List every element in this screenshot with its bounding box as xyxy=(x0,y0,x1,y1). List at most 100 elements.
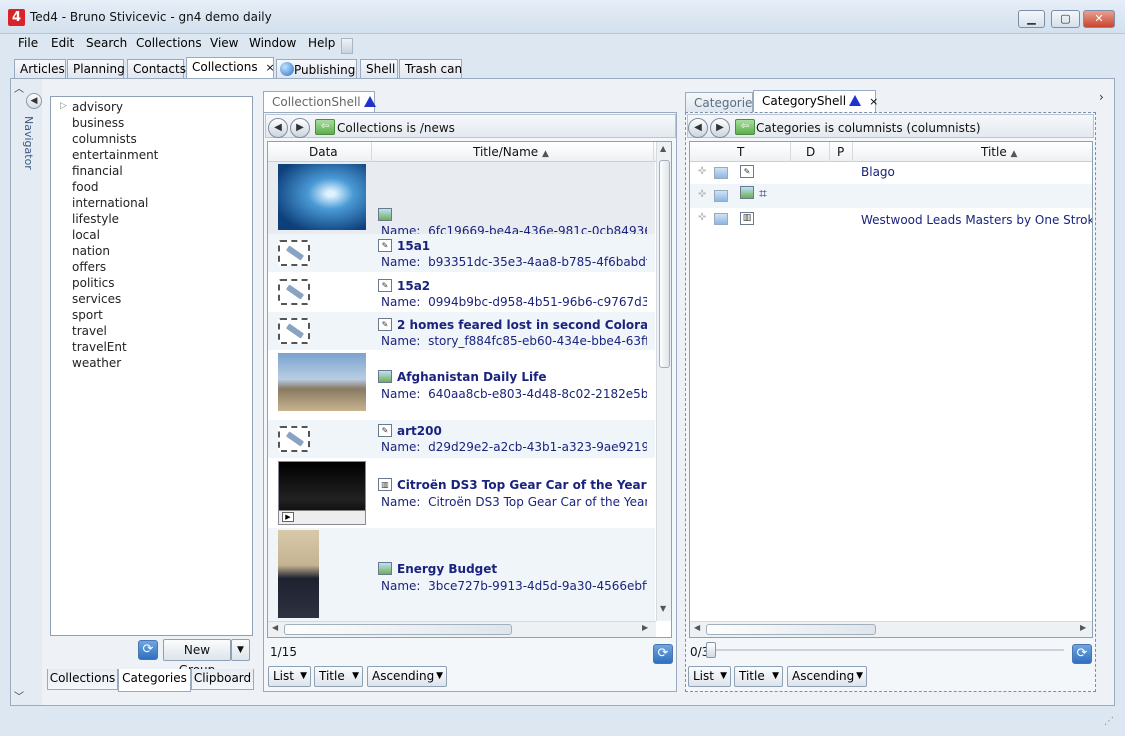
column-p[interactable]: P xyxy=(837,145,844,159)
chevron-up-icon[interactable]: ︿ xyxy=(14,80,24,95)
scroll-thumb[interactable] xyxy=(706,624,876,635)
table-row[interactable]: ✎ 2 homes feared lost in second Colorado … xyxy=(268,312,655,350)
category-item[interactable]: lifestyle xyxy=(72,212,119,226)
tab-trash-can[interactable]: Trash can xyxy=(399,59,462,79)
menu-file[interactable]: File xyxy=(18,36,38,50)
sort-field-select[interactable]: Title ▼ xyxy=(314,666,363,687)
chevron-right-icon[interactable]: › xyxy=(1099,90,1104,104)
sort-field-select[interactable]: Title ▼ xyxy=(734,666,783,687)
table-row[interactable]: Name: 6fc19669-be4a-436e-981c-0cb8493698… xyxy=(268,162,655,238)
scroll-down-icon[interactable]: ▼ xyxy=(660,604,666,613)
forward-arrow-icon[interactable]: ▶ xyxy=(290,118,310,138)
collapse-navigator-button[interactable]: ◀ xyxy=(26,93,42,109)
tab-collections[interactable]: Collections × xyxy=(186,57,275,79)
menu-collections[interactable]: Collections xyxy=(136,36,202,50)
table-row[interactable]: Afghanistan Daily Life Name: 640aa8cb-e80… xyxy=(268,350,655,420)
column-d[interactable]: D xyxy=(806,145,815,159)
column-t[interactable]: T xyxy=(737,145,744,159)
tab-planning[interactable]: Planning xyxy=(67,59,125,79)
bottom-tab-collections[interactable]: Collections xyxy=(47,669,118,690)
sort-order-select[interactable]: Ascending ▼ xyxy=(367,666,447,687)
forward-arrow-icon[interactable]: ▶ xyxy=(710,118,730,138)
resize-grip-icon[interactable]: ⋰ xyxy=(1104,716,1114,727)
sort-order-select[interactable]: Ascending ▼ xyxy=(787,666,867,687)
category-horizontal-scrollbar[interactable]: ◀ ▶ xyxy=(690,621,1092,637)
article-icon: ✎ xyxy=(378,318,392,331)
scroll-left-icon[interactable]: ◀ xyxy=(272,623,278,632)
category-item[interactable]: sport xyxy=(72,308,103,322)
tab-articles[interactable]: Articles xyxy=(14,59,66,79)
scroll-right-icon[interactable]: ▶ xyxy=(642,623,648,632)
page-slider-track[interactable] xyxy=(708,649,1064,651)
tab-collection-shell[interactable]: CollectionShell xyxy=(263,91,376,113)
tab-categories[interactable]: Categories xyxy=(685,92,759,114)
expand-arrow-icon[interactable]: ▷ xyxy=(60,101,67,111)
page-slider-thumb[interactable] xyxy=(706,642,716,658)
table-row[interactable]: Energy Budget Name: 3bce727b-9913-4d5d-9a… xyxy=(268,528,655,622)
column-title-name[interactable]: Title/Name ▲ xyxy=(473,145,549,159)
table-row[interactable]: ✜ ✎ Blago xyxy=(690,162,1092,184)
back-arrow-icon[interactable]: ◀ xyxy=(688,118,708,138)
scroll-left-icon[interactable]: ◀ xyxy=(694,623,700,632)
close-tab-icon[interactable]: × xyxy=(265,61,274,74)
up-level-icon[interactable]: ⇦ xyxy=(315,119,335,135)
category-item[interactable]: food xyxy=(72,180,99,194)
category-item[interactable]: weather xyxy=(72,356,121,370)
tab-category-shell[interactable]: CategoryShell × xyxy=(753,90,878,114)
chevron-down-icon[interactable]: ﹀ xyxy=(14,688,24,703)
category-item[interactable]: nation xyxy=(72,244,110,258)
scroll-up-icon[interactable]: ▲ xyxy=(660,144,666,153)
category-item[interactable]: business xyxy=(72,116,124,130)
refresh-icon[interactable]: ⟳ xyxy=(138,640,158,660)
category-item[interactable]: advisory xyxy=(72,100,123,114)
view-mode-select[interactable]: List ▼ xyxy=(688,666,731,687)
menu-search[interactable]: Search xyxy=(86,36,127,50)
menu-window[interactable]: Window xyxy=(249,36,296,50)
category-item[interactable]: international xyxy=(72,196,148,210)
bottom-tab-clipboard[interactable]: Clipboard xyxy=(191,669,254,690)
table-row[interactable]: ✜ ⌗ xyxy=(690,184,1092,208)
table-row[interactable]: ▶ ▥ Citroën DS3 Top Gear Car of the Year A… xyxy=(268,458,655,528)
category-item[interactable]: travelEnt xyxy=(72,340,127,354)
new-group-button[interactable]: New Group xyxy=(163,639,231,677)
refresh-icon[interactable]: ⟳ xyxy=(653,644,673,664)
category-item[interactable]: offers xyxy=(72,260,106,274)
category-item[interactable]: politics xyxy=(72,276,115,290)
back-arrow-icon[interactable]: ◀ xyxy=(268,118,288,138)
menu-help[interactable]: Help xyxy=(308,36,335,50)
table-row[interactable]: ✎ art200 Name: d29d29e2-a2cb-43b1-a323-9ae… xyxy=(268,420,655,458)
close-button[interactable]: ✕ xyxy=(1083,10,1115,28)
refresh-icon[interactable]: ⟳ xyxy=(1072,644,1092,664)
new-group-dropdown-arrow[interactable]: ▼ xyxy=(231,639,250,661)
category-item[interactable]: entertainment xyxy=(72,148,158,162)
menu-overflow-grip[interactable] xyxy=(341,38,353,54)
maximize-button[interactable]: ▢ xyxy=(1051,10,1080,28)
category-item[interactable]: columnists xyxy=(72,132,137,146)
scroll-right-icon[interactable]: ▶ xyxy=(1080,623,1086,632)
category-item[interactable]: services xyxy=(72,292,121,306)
table-row[interactable]: ✎ 15a1 Name: b93351dc-35e3-4aa8-b785-4f6ba… xyxy=(268,234,655,272)
collection-vertical-scrollbar[interactable]: ▲ ▼ xyxy=(656,142,671,621)
minimize-button[interactable]: ▁ xyxy=(1018,10,1045,28)
category-item[interactable]: travel xyxy=(72,324,107,338)
play-icon[interactable]: ▶ xyxy=(282,512,294,522)
tab-shell[interactable]: Shell xyxy=(360,59,398,79)
scroll-thumb[interactable] xyxy=(659,160,670,368)
tab-publishing[interactable]: Publishing xyxy=(276,59,357,79)
view-mode-select[interactable]: List ▼ xyxy=(268,666,311,687)
navigator-label[interactable]: Navigator xyxy=(22,116,35,170)
menu-view[interactable]: View xyxy=(210,36,238,50)
up-level-icon[interactable]: ⇦ xyxy=(735,119,755,135)
menu-edit[interactable]: Edit xyxy=(51,36,74,50)
tab-contacts[interactable]: Contacts xyxy=(127,59,186,79)
collection-horizontal-scrollbar[interactable]: ◀ ▶ xyxy=(268,621,656,637)
category-item[interactable]: local xyxy=(72,228,100,242)
table-row[interactable]: ✎ 15a2 Name: 0994b9bc-d958-4b51-96b6-c9767… xyxy=(268,272,655,312)
category-item[interactable]: financial xyxy=(72,164,123,178)
table-row[interactable]: ✜ ▥ Westwood Leads Masters by One Stroke xyxy=(690,208,1092,230)
scroll-thumb[interactable] xyxy=(284,624,512,635)
bottom-tab-categories[interactable]: Categories xyxy=(118,669,191,692)
column-data[interactable]: Data xyxy=(309,145,338,159)
column-title[interactable]: Title ▲ xyxy=(981,145,1017,159)
close-tab-icon[interactable]: × xyxy=(869,95,878,108)
